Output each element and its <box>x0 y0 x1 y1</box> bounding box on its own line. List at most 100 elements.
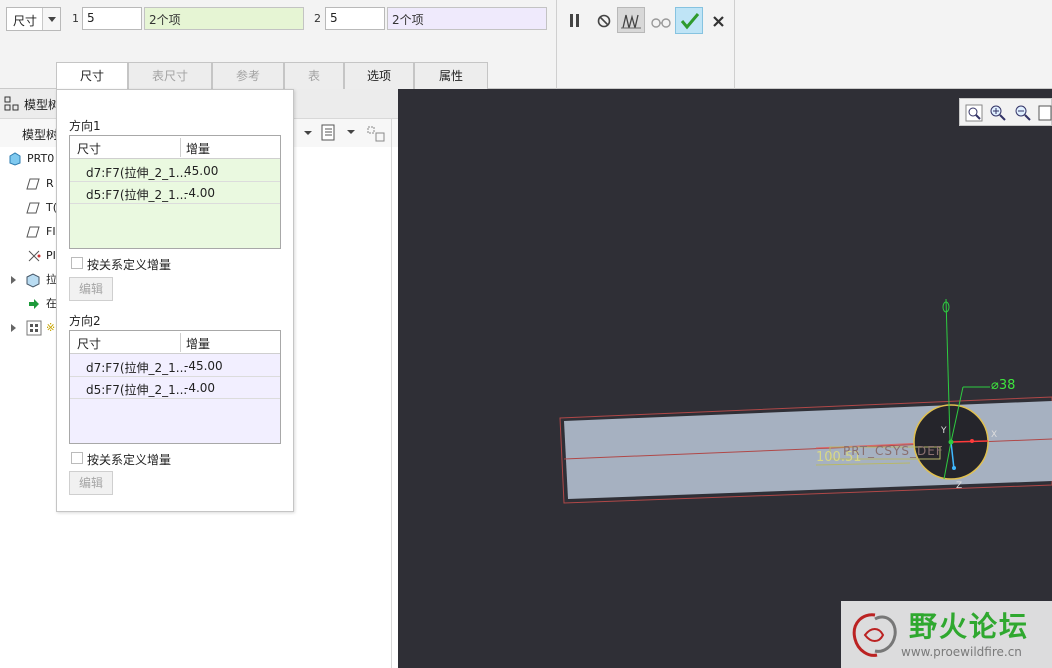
x-axis-arrow <box>950 440 989 443</box>
row-dimension: d7:F7(拉伸_2_1... <box>86 166 188 180</box>
table-row[interactable]: d5:F7(拉伸_2_1... -4.00 <box>70 377 280 399</box>
pattern-type-value: 尺寸 <box>13 14 38 28</box>
direction2-table[interactable]: 尺寸 增量 d7:F7(拉伸_2_1... -45.00 d5:F7(拉伸_2_… <box>69 330 281 444</box>
row-increment[interactable]: -4.00 <box>184 186 215 200</box>
feature-dashboard: 尺寸 1 5 2个项 2 5 2个项 尺寸 表尺寸 参考 表 选项 属性 <box>0 0 1052 90</box>
row-dimension: d5:F7(拉伸_2_1... <box>86 383 188 397</box>
dir1-count-input[interactable]: 5 <box>82 7 142 30</box>
table-row[interactable]: d5:F7(拉伸_2_1... -4.00 <box>70 182 280 204</box>
confirm-button[interactable] <box>675 7 703 34</box>
part-icon <box>9 152 21 166</box>
row-increment[interactable]: -4.00 <box>184 381 215 395</box>
model-tree-icon <box>4 96 19 111</box>
col-dimension: 尺寸 <box>77 337 102 351</box>
edit-button-2[interactable]: 编辑 <box>69 471 113 495</box>
model-tree-menu[interactable]: 模型树 <box>22 126 58 143</box>
edit-button-1[interactable]: 编辑 <box>69 277 113 301</box>
datum-plane-icon <box>26 226 40 238</box>
dimensions-panel: 方向1 尺寸 增量 d7:F7(拉伸_2_1... 45.00 d5:F7(拉伸… <box>56 89 294 512</box>
dashboard-divider <box>556 0 557 89</box>
row-dimension: d5:F7(拉伸_2_1... <box>86 188 188 202</box>
confirm-check-icon <box>680 13 700 30</box>
direction1-title: 方向1 <box>69 119 101 133</box>
chevron-down-icon[interactable] <box>42 8 60 30</box>
col-dimension: 尺寸 <box>77 142 102 156</box>
tree-item-label: FI <box>46 225 56 238</box>
dashboard-tabs: 尺寸 表尺寸 参考 表 选项 属性 <box>56 62 490 90</box>
dir2-collector[interactable]: 2个项 <box>387 7 547 30</box>
csys-label: PRT_CSYS_DEF <box>843 444 944 458</box>
chevron-down-icon[interactable] <box>302 125 314 139</box>
graphics-window[interactable]: ⌀38 100.51 PRT_CSYS_DEF Y X Z <box>398 89 1052 668</box>
tab-tables[interactable]: 表 <box>284 62 344 89</box>
pattern-type-select[interactable]: 尺寸 <box>6 7 61 31</box>
tab-table-dimensions[interactable]: 表尺寸 <box>128 62 212 89</box>
column-divider <box>180 333 181 352</box>
direction2-title: 方向2 <box>69 314 101 328</box>
verify-mode-icon <box>621 14 641 29</box>
checkbox[interactable] <box>71 452 83 464</box>
tab-options[interactable]: 选项 <box>344 62 414 89</box>
axis-y-label: Y <box>941 426 947 436</box>
expand-arrow-icon[interactable] <box>10 275 18 285</box>
pattern-icon <box>26 320 42 336</box>
tree-divider <box>391 119 392 668</box>
tab-properties[interactable]: 属性 <box>414 62 488 89</box>
expand-arrow-icon[interactable] <box>10 323 18 333</box>
row-increment[interactable]: -45.00 <box>184 359 223 373</box>
datum-plane-icon <box>26 178 40 190</box>
tab-references[interactable]: 参考 <box>212 62 284 89</box>
diameter-dim-label[interactable]: ⌀38 <box>991 378 1015 393</box>
z-axis-marker <box>952 466 956 470</box>
extrude-icon <box>26 273 40 288</box>
watermark-url: www.proewildfire.cn <box>901 645 1022 659</box>
settings-list-icon[interactable] <box>320 124 338 142</box>
relation-increment-checkbox-2[interactable]: 按关系定义增量 <box>71 451 221 467</box>
dir2-count-input[interactable]: 5 <box>325 7 385 30</box>
glasses-preview-icon <box>651 18 671 28</box>
no-preview-icon <box>597 14 611 28</box>
checkbox-label: 按关系定义增量 <box>87 258 172 272</box>
tree-item-label: ※ <box>46 321 56 334</box>
glasses-preview-button[interactable] <box>647 7 673 33</box>
insert-here-icon <box>29 299 39 309</box>
checkbox[interactable] <box>71 257 83 269</box>
table-row[interactable]: d7:F7(拉伸_2_1... -45.00 <box>70 355 280 377</box>
watermark: 野火论坛 www.proewildfire.cn <box>841 601 1052 668</box>
checkbox-label: 按关系定义增量 <box>87 453 172 467</box>
model-view[interactable] <box>398 89 1052 668</box>
dashboard-divider <box>734 0 735 89</box>
tree-item-label: R <box>46 177 54 190</box>
tab-dimensions[interactable]: 尺寸 <box>56 62 128 90</box>
axis-z-label: Z <box>956 481 963 491</box>
direction1-table[interactable]: 尺寸 增量 d7:F7(拉伸_2_1... 45.00 d5:F7(拉伸_2_1… <box>69 135 281 249</box>
row-increment[interactable]: 45.00 <box>184 164 218 178</box>
table-row[interactable]: d7:F7(拉伸_2_1... 45.00 <box>70 160 280 182</box>
relation-increment-checkbox-1[interactable]: 按关系定义增量 <box>71 256 221 272</box>
dir1-collector[interactable]: 2个项 <box>144 7 304 30</box>
watermark-logo-icon <box>852 613 897 657</box>
cancel-x-icon <box>713 16 724 27</box>
x-axis-marker <box>970 439 974 443</box>
csys-icon <box>28 250 41 262</box>
cancel-button[interactable] <box>705 7 731 33</box>
chevron-down-icon[interactable] <box>345 127 357 139</box>
pause-button[interactable] <box>561 7 587 33</box>
col-increment: 增量 <box>186 142 211 156</box>
table-header: 尺寸 增量 <box>70 331 280 354</box>
row-dimension: d7:F7(拉伸_2_1... <box>86 361 188 375</box>
table-header: 尺寸 增量 <box>70 136 280 159</box>
column-divider <box>180 138 181 157</box>
tree-item-label: PI <box>46 249 56 262</box>
axis-x-label: X <box>991 430 998 440</box>
col-increment: 增量 <box>186 337 211 351</box>
show-filter-icon[interactable] <box>366 123 388 143</box>
watermark-title: 野火论坛 <box>909 610 1030 643</box>
verify-mode-button[interactable] <box>617 7 645 33</box>
pause-icon <box>570 14 579 27</box>
dir2-number-label: 2 <box>314 12 321 25</box>
no-preview-button[interactable] <box>590 7 616 33</box>
tree-item-label: PRT0 <box>27 152 55 165</box>
dir1-number-label: 1 <box>72 12 79 25</box>
model-tree-title: 模型树 <box>24 98 61 112</box>
